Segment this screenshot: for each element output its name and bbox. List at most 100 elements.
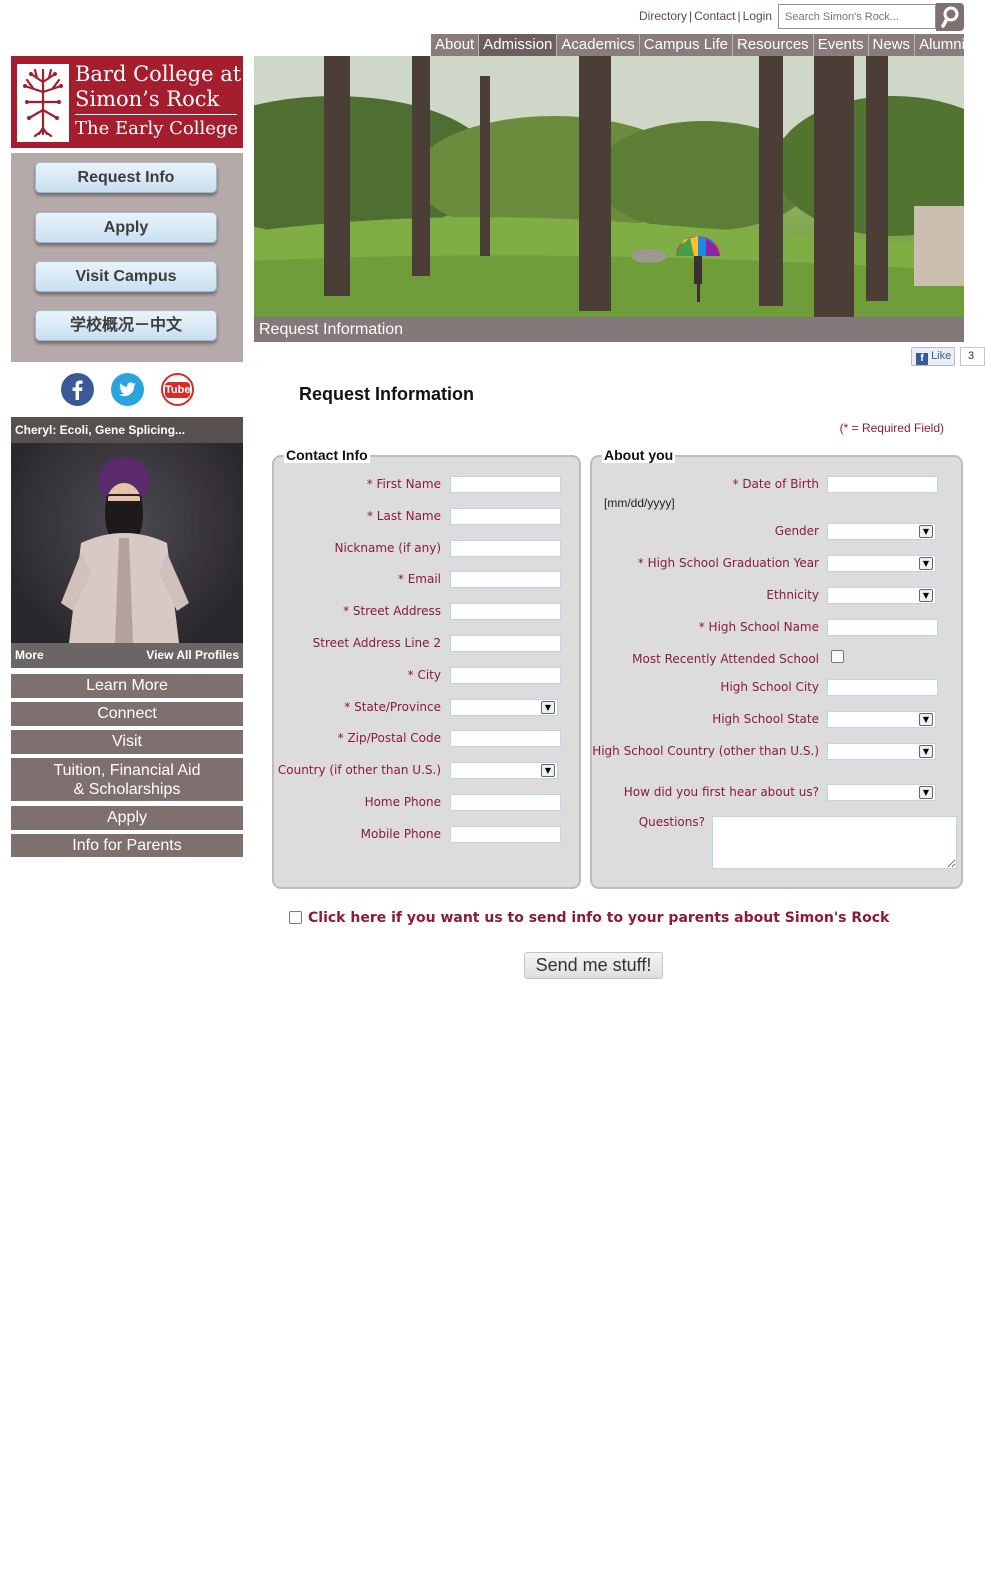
mobile-phone-input[interactable] [450, 825, 561, 843]
utility-separator: | [737, 9, 741, 23]
send-me-stuff-button[interactable]: Send me stuff! [524, 952, 663, 979]
state-province-label: * State/Province [344, 700, 441, 714]
city-label-text: City [417, 667, 441, 682]
state-province-label-text: State/Province [354, 699, 441, 714]
high-school-state-select[interactable]: ▼ [827, 711, 936, 728]
directory-link[interactable]: Directory [639, 9, 687, 23]
last-name-label-text: Last Name [376, 508, 441, 523]
nav-item-events[interactable]: Events [814, 34, 869, 56]
ethnicity-select[interactable]: ▼ [827, 587, 936, 604]
nav-item-campus-life[interactable]: Campus Life [640, 34, 733, 56]
nav-item-academics[interactable]: Academics [557, 34, 640, 56]
high-school-graduation-year-label: * High School Graduation Year [638, 556, 819, 570]
high-school-city-input[interactable] [827, 679, 938, 696]
last-name-input[interactable] [450, 507, 561, 525]
side-menu-info-for-parents[interactable]: Info for Parents [11, 834, 243, 857]
questions-label: Questions? [638, 815, 705, 829]
hear-about-label: How did you first hear about us? [623, 785, 819, 799]
email-input[interactable] [450, 571, 561, 589]
city-input[interactable] [450, 666, 561, 684]
zip-postal-code-input[interactable] [450, 730, 561, 748]
chevron-down-icon: ▼ [919, 557, 933, 570]
ethnicity-label-text: Ethnicity [766, 588, 819, 602]
logo-line-3: The Early College [75, 118, 239, 139]
high-school-country-other-than-u-s-select[interactable]: ▼ [827, 743, 936, 760]
nav-item-news[interactable]: News [869, 34, 916, 56]
first-name-label-text: First Name [376, 477, 441, 491]
nav-item-alumni[interactable]: Alumni [915, 34, 969, 56]
profile-more-link[interactable]: More [15, 643, 44, 668]
college-logo[interactable]: Bard College at Simon’s Rock The Early C… [11, 56, 243, 148]
facebook-like-button[interactable]: f Like [911, 347, 955, 366]
quick-button-request-info[interactable]: Request Info [35, 162, 217, 193]
chevron-down-icon: ▼ [919, 713, 933, 726]
high-school-state-label-text: High School State [712, 712, 819, 726]
gender-select[interactable]: ▼ [827, 523, 936, 540]
nickname-if-any-input[interactable] [450, 539, 561, 557]
quick-button-chinese-overview[interactable]: 学校概况－中文 [35, 310, 217, 341]
side-menu-connect[interactable]: Connect [11, 702, 243, 726]
nav-item-admission[interactable]: Admission [479, 34, 558, 56]
required-asterisk: * [366, 508, 377, 523]
search-button[interactable] [936, 3, 964, 31]
high-school-country-other-than-u-s-label-text: High School Country (other than U.S.) [592, 744, 819, 758]
side-menu-visit[interactable]: Visit [11, 730, 243, 754]
logo-line-2: Simon’s Rock [75, 87, 220, 111]
hear-about-select[interactable]: ▼ [827, 784, 936, 801]
quick-button-apply[interactable]: Apply [35, 212, 217, 243]
required-asterisk: * [637, 556, 648, 570]
youtube-icon[interactable]: Tube [161, 373, 194, 406]
hero-image [254, 56, 964, 317]
most-recently-attended-school-checkbox[interactable] [831, 650, 844, 663]
first-name-input[interactable] [450, 476, 561, 493]
contact-link[interactable]: Contact [694, 9, 735, 23]
side-menu-learn-more[interactable]: Learn More [11, 674, 243, 698]
required-asterisk: * [344, 699, 355, 714]
quick-button-visit-campus[interactable]: Visit Campus [35, 261, 217, 292]
chevron-down-icon: ▼ [919, 745, 933, 758]
high-school-name-input[interactable] [827, 619, 938, 636]
side-menu-apply[interactable]: Apply [11, 806, 243, 830]
city-label: * City [408, 668, 441, 682]
home-phone-input[interactable] [450, 794, 561, 811]
high-school-graduation-year-select[interactable]: ▼ [827, 555, 936, 572]
dob-input[interactable] [827, 476, 938, 493]
dob-format-hint: [mm/dd/yyyy] [604, 496, 675, 510]
required-asterisk: * [732, 477, 743, 491]
street-address-line-2-label-text: Street Address Line 2 [312, 636, 441, 650]
profile-photo[interactable] [11, 443, 243, 643]
high-school-name-label-text: High School Name [708, 620, 819, 634]
high-school-country-other-than-u-s-label: High School Country (other than U.S.) [592, 744, 819, 758]
high-school-city-label: High School City [720, 680, 819, 694]
country-if-other-than-u-s-select[interactable]: ▼ [450, 762, 558, 780]
facebook-icon[interactable] [61, 373, 94, 406]
street-address-line-2-input[interactable] [450, 635, 561, 652]
like-label: Like [931, 350, 952, 362]
email-label: * Email [398, 572, 441, 586]
home-phone-label-text: Home Phone [364, 795, 441, 809]
parents-info-checkbox[interactable] [289, 911, 302, 924]
logo-line-1: Bard College at [75, 62, 242, 86]
required-asterisk: * [407, 667, 418, 682]
nav-item-resources[interactable]: Resources [733, 34, 814, 56]
questions-textarea[interactable] [712, 816, 957, 869]
zip-postal-code-label-text: Zip/Postal Code [347, 731, 441, 746]
search-input[interactable] [778, 4, 936, 29]
form-title: Request Information [299, 384, 475, 404]
profile-title[interactable]: Cheryl: Ecoli, Gene Splicing... [11, 417, 243, 443]
about-you-legend: About you [602, 447, 676, 463]
country-if-other-than-u-s-label: Country (if other than U.S.) [278, 763, 441, 777]
state-province-select[interactable]: ▼ [450, 698, 558, 716]
street-address-line-2-label: Street Address Line 2 [313, 636, 441, 650]
country-if-other-than-u-s-label-text: Country (if other than U.S.) [277, 763, 441, 778]
most-recently-attended-school-label-text: Most Recently Attended School [632, 652, 819, 666]
utility-separator: | [689, 9, 693, 23]
side-menu-tuition-financial-aid[interactable]: Tuition, Financial Aid & Scholarships [11, 758, 243, 801]
login-link[interactable]: Login [743, 9, 772, 23]
view-all-profiles-link[interactable]: View All Profiles [146, 643, 239, 668]
nav-item-about[interactable]: About [431, 34, 480, 56]
street-address-input[interactable] [450, 603, 561, 621]
parents-info-label[interactable]: Click here if you want us to send info t… [308, 910, 889, 926]
twitter-icon[interactable] [111, 373, 144, 406]
home-phone-label: Home Phone [365, 795, 441, 809]
